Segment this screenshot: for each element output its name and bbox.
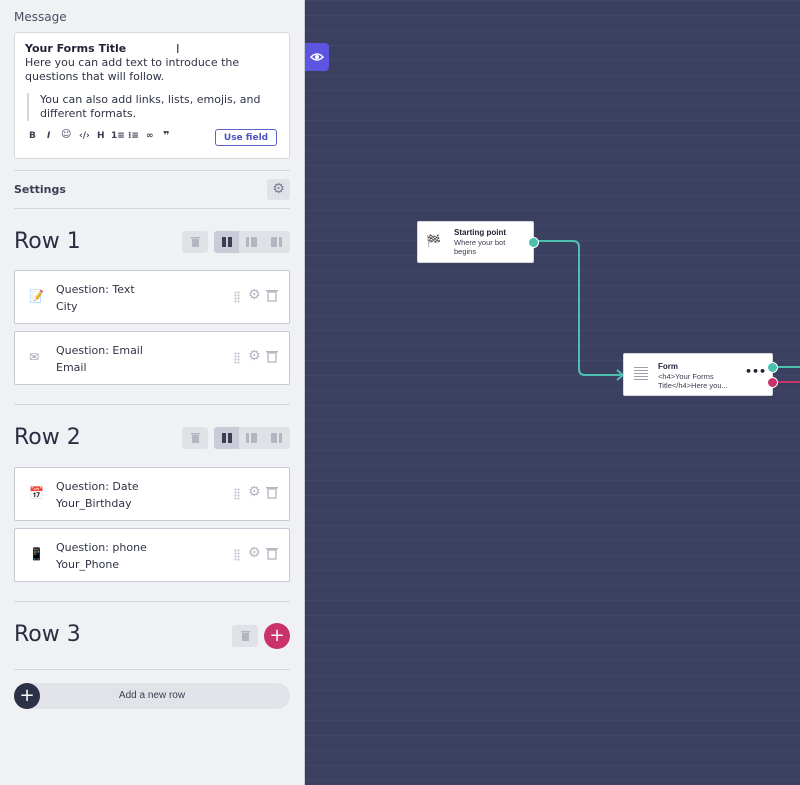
link-icon[interactable]: ∞ bbox=[146, 131, 154, 141]
emoji-icon[interactable]: ☺ bbox=[61, 129, 71, 140]
add-row-label: Add a new row bbox=[118, 690, 186, 701]
node-subtitle: <h4>Your Forms Title</h4>Here you... bbox=[658, 372, 728, 390]
form-node[interactable]: Form <h4>Your Forms Title</h4>Here you..… bbox=[623, 353, 778, 396]
layout-two-columns-option[interactable] bbox=[214, 427, 239, 449]
use-field-button[interactable]: Use field bbox=[215, 129, 277, 146]
row-layout-selector[interactable] bbox=[214, 231, 290, 253]
gear-icon[interactable]: ⚙ bbox=[248, 484, 261, 500]
code-icon[interactable]: ‹/› bbox=[79, 131, 90, 141]
add-question-button[interactable]: + bbox=[264, 623, 290, 649]
trash-icon bbox=[241, 631, 250, 641]
bullet-list-icon[interactable]: ⁝≡ bbox=[128, 131, 139, 141]
question-variable: Your_Birthday bbox=[56, 497, 132, 510]
trash-icon bbox=[191, 237, 200, 247]
layout-wide-left-option[interactable] bbox=[239, 231, 264, 253]
output-port-failure[interactable] bbox=[767, 377, 778, 388]
trash-icon[interactable] bbox=[266, 547, 278, 560]
starting-point-node[interactable]: 🏁 Starting point Where your bot begins bbox=[417, 221, 539, 263]
drag-handle-icon[interactable] bbox=[234, 549, 240, 561]
row-3-title: Row 3 bbox=[14, 622, 81, 647]
question-card[interactable]: 📝 Question: Text City ⚙ bbox=[14, 270, 290, 324]
plus-icon: + bbox=[269, 625, 285, 646]
plus-icon: + bbox=[14, 683, 40, 709]
preview-toggle-button[interactable] bbox=[305, 43, 329, 71]
divider bbox=[14, 170, 290, 171]
gear-icon[interactable]: ⚙ bbox=[248, 545, 261, 561]
settings-label: Settings bbox=[14, 183, 66, 196]
question-card[interactable]: 📱 Question: phone Your_Phone ⚙ bbox=[14, 528, 290, 582]
divider bbox=[14, 208, 290, 209]
divider bbox=[14, 601, 290, 602]
trash-icon[interactable] bbox=[266, 289, 278, 302]
more-options-icon[interactable]: ••• bbox=[745, 365, 766, 378]
trash-icon[interactable] bbox=[266, 350, 278, 363]
output-port[interactable] bbox=[528, 237, 539, 248]
message-quote[interactable]: You can also add links, lists, emojis, a… bbox=[27, 93, 290, 121]
delete-row-button[interactable] bbox=[182, 427, 208, 449]
italic-button[interactable]: I bbox=[47, 131, 50, 141]
quote-icon[interactable]: ❞ bbox=[163, 129, 169, 142]
gear-icon[interactable]: ⚙ bbox=[248, 348, 261, 364]
form-settings-panel: Message Your Forms Title Here you can ad… bbox=[0, 0, 305, 785]
checkered-flag-icon: 🏁 bbox=[426, 234, 441, 248]
question-variable: Your_Phone bbox=[56, 558, 120, 571]
heading-button[interactable]: H bbox=[97, 131, 105, 141]
drag-handle-icon[interactable] bbox=[234, 291, 240, 303]
memo-icon: 📝 bbox=[29, 289, 44, 303]
settings-gear-button[interactable]: ⚙ bbox=[267, 179, 290, 200]
node-title: Form bbox=[658, 362, 678, 371]
drag-handle-icon[interactable] bbox=[234, 488, 240, 500]
message-editor[interactable]: Your Forms Title Here you can add text t… bbox=[14, 32, 290, 159]
question-card[interactable]: ✉ Question: Email Email ⚙ bbox=[14, 331, 290, 385]
bold-button[interactable]: B bbox=[29, 131, 36, 141]
drag-handle-icon[interactable] bbox=[234, 352, 240, 364]
trash-icon[interactable] bbox=[266, 486, 278, 499]
layout-wide-right-option[interactable] bbox=[264, 427, 289, 449]
mobile-phone-icon: 📱 bbox=[29, 547, 44, 561]
eye-icon bbox=[309, 53, 325, 61]
row-layout-selector[interactable] bbox=[214, 427, 290, 449]
output-port-success[interactable] bbox=[767, 362, 778, 373]
question-card[interactable]: 📅 Question: Date Your_Birthday ⚙ bbox=[14, 467, 290, 521]
question-type: Question: Date bbox=[56, 480, 139, 493]
add-row-button[interactable]: Add a new row + bbox=[14, 683, 290, 709]
row-1-title: Row 1 bbox=[14, 229, 81, 254]
question-variable: City bbox=[56, 300, 78, 313]
node-title: Starting point bbox=[454, 228, 506, 237]
divider bbox=[14, 669, 290, 670]
question-variable: Email bbox=[56, 361, 87, 374]
row-2-title: Row 2 bbox=[14, 425, 81, 450]
question-type: Question: Text bbox=[56, 283, 135, 296]
layout-two-columns-option[interactable] bbox=[214, 231, 239, 253]
message-title[interactable]: Your Forms Title bbox=[25, 42, 126, 55]
layout-wide-right-option[interactable] bbox=[264, 231, 289, 253]
envelope-icon: ✉ bbox=[29, 350, 40, 364]
divider bbox=[14, 404, 290, 405]
delete-row-button[interactable] bbox=[182, 231, 208, 253]
layout-wide-left-option[interactable] bbox=[239, 427, 264, 449]
message-label: Message bbox=[14, 10, 67, 24]
delete-row-button[interactable] bbox=[232, 625, 258, 647]
gear-icon: ⚙ bbox=[272, 181, 285, 197]
gear-icon[interactable]: ⚙ bbox=[248, 287, 261, 303]
ordered-list-icon[interactable]: 1≡ bbox=[111, 131, 125, 141]
flow-canvas[interactable]: 🏁 Starting point Where your bot begins F… bbox=[305, 0, 800, 785]
trash-icon bbox=[191, 433, 200, 443]
text-cursor-icon: I bbox=[176, 42, 180, 56]
calendar-icon: 📅 bbox=[29, 486, 44, 500]
question-type: Question: phone bbox=[56, 541, 147, 554]
form-lines-icon bbox=[634, 367, 648, 381]
question-type: Question: Email bbox=[56, 344, 143, 357]
message-body[interactable]: Here you can add text to introduce the q… bbox=[25, 56, 283, 84]
node-subtitle: Where your bot begins bbox=[454, 238, 506, 256]
